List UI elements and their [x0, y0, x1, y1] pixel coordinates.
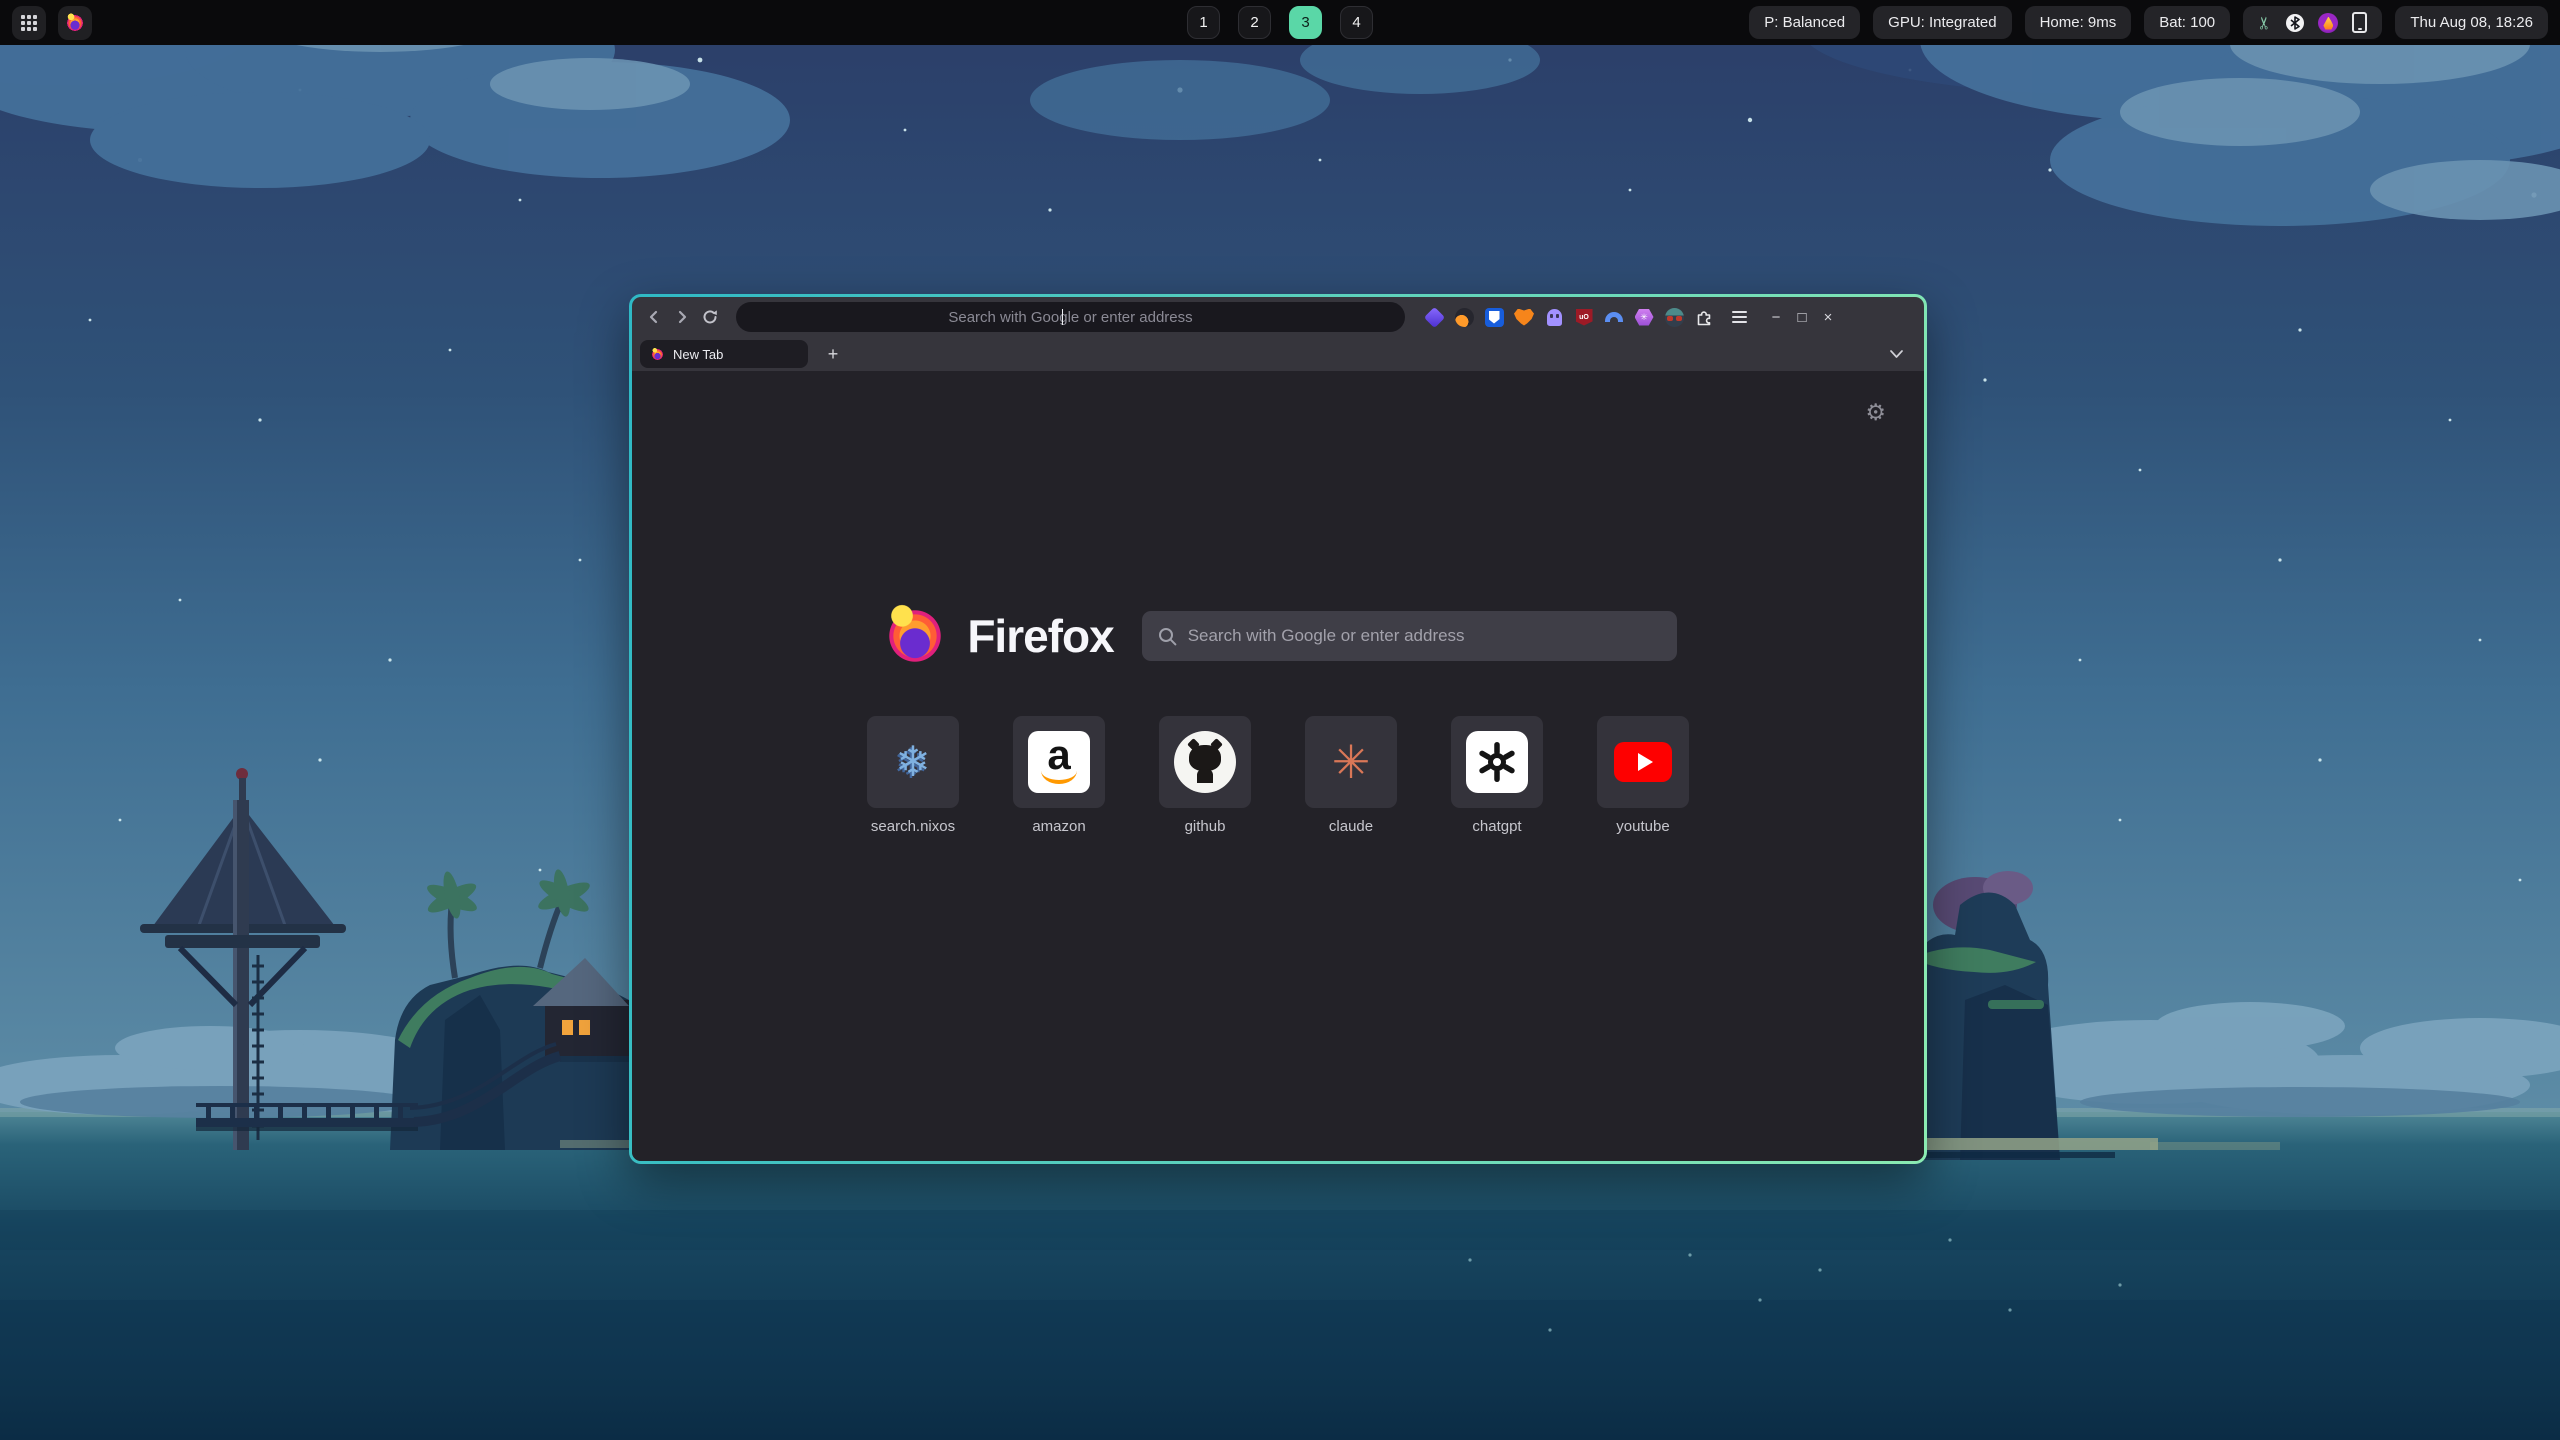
- workspace-1[interactable]: 1: [1187, 6, 1220, 39]
- youtube-play-icon: [1614, 742, 1672, 782]
- url-input[interactable]: [736, 301, 1405, 333]
- extension-ghostery-icon[interactable]: [1541, 304, 1567, 330]
- firefox-logo: [879, 600, 951, 672]
- extension-dark-moon-icon[interactable]: [1451, 304, 1477, 330]
- shortcut-github[interactable]: github: [1159, 716, 1251, 835]
- url-bar[interactable]: [736, 302, 1405, 332]
- claude-starburst-icon: ✳: [1332, 739, 1371, 785]
- flame-icon[interactable]: [2318, 13, 2338, 33]
- workspace-4[interactable]: 4: [1340, 6, 1373, 39]
- shortcut-label: youtube: [1616, 818, 1669, 835]
- github-octocat-icon: [1174, 731, 1236, 793]
- shortcut-chatgpt[interactable]: chatgpt: [1451, 716, 1543, 835]
- newtab-search-bar[interactable]: [1142, 611, 1677, 661]
- extension-metamask-icon[interactable]: [1511, 304, 1537, 330]
- new-tab-button[interactable]: +: [820, 341, 846, 367]
- firefox-window: uO ✳ − □ × New Tab +: [629, 294, 1927, 1164]
- status-bar: 1 2 3 4 P: Balanced GPU: Integrated Home…: [0, 0, 2560, 45]
- shortcut-label: search.nixos: [871, 818, 955, 835]
- shortcut-tiles: ❄ search.nixos a amazon: [867, 716, 1689, 835]
- shortcut-label: chatgpt: [1472, 818, 1521, 835]
- tab-title: New Tab: [673, 347, 723, 362]
- extensions-puzzle-button[interactable]: [1691, 304, 1717, 330]
- scissors-icon[interactable]: ✂: [2255, 15, 2275, 29]
- firefox-launcher-button[interactable]: [58, 6, 92, 40]
- shortcut-youtube[interactable]: youtube: [1597, 716, 1689, 835]
- workspace-2[interactable]: 2: [1238, 6, 1271, 39]
- back-button[interactable]: [640, 303, 668, 331]
- personalize-gear-icon[interactable]: ⚙: [1865, 401, 1886, 424]
- forward-button[interactable]: [668, 303, 696, 331]
- firefox-icon: [64, 12, 86, 34]
- reload-button[interactable]: [696, 303, 724, 331]
- workspace-switcher: 1 2 3 4: [1187, 6, 1373, 39]
- menu-button[interactable]: [1725, 303, 1753, 331]
- navigation-toolbar: uO ✳ − □ ×: [632, 297, 1924, 337]
- shortcut-claude[interactable]: ✳ claude: [1305, 716, 1397, 835]
- minimize-button[interactable]: −: [1763, 309, 1789, 326]
- text-cursor: [1062, 309, 1064, 325]
- extension-hexagon-icon[interactable]: ✳: [1631, 304, 1657, 330]
- battery-pill[interactable]: Bat: 100: [2144, 6, 2230, 39]
- shortcut-amazon[interactable]: a amazon: [1013, 716, 1105, 835]
- list-all-tabs-button[interactable]: [1882, 340, 1910, 368]
- clock-pill[interactable]: Thu Aug 08, 18:26: [2395, 6, 2548, 39]
- gpu-pill[interactable]: GPU: Integrated: [1873, 6, 2011, 39]
- newtab-search-input[interactable]: [1142, 611, 1677, 661]
- app-grid-button[interactable]: [12, 6, 46, 40]
- search-icon: [1158, 627, 1177, 646]
- new-tab-page: ⚙ Firefox ❄ search.nixos a: [632, 371, 1924, 1161]
- amazon-smile: [1041, 768, 1077, 784]
- network-latency-pill[interactable]: Home: 9ms: [2025, 6, 2132, 39]
- extension-spy-icon[interactable]: [1661, 304, 1687, 330]
- system-tray: ✂: [2243, 6, 2382, 39]
- chatgpt-knot-icon: [1466, 731, 1528, 793]
- amazon-icon: a: [1028, 731, 1090, 793]
- close-button[interactable]: ×: [1815, 309, 1841, 326]
- extension-bitwarden-icon[interactable]: [1481, 304, 1507, 330]
- bluetooth-icon[interactable]: [2286, 14, 2304, 32]
- extension-vpn-icon[interactable]: [1601, 304, 1627, 330]
- shortcut-label: amazon: [1032, 818, 1085, 835]
- shortcut-search-nixos[interactable]: ❄ search.nixos: [867, 716, 959, 835]
- phone-icon[interactable]: [2352, 12, 2367, 33]
- tab-bar: New Tab +: [632, 337, 1924, 371]
- app-grid-icon: [21, 15, 37, 31]
- shortcut-label: claude: [1329, 818, 1373, 835]
- tab-new-tab[interactable]: New Tab: [640, 340, 808, 368]
- extension-ublock-icon[interactable]: uO: [1571, 304, 1597, 330]
- tab-favicon-firefox: [650, 347, 665, 362]
- extension-purple-gem-icon[interactable]: [1421, 304, 1447, 330]
- power-profile-pill[interactable]: P: Balanced: [1749, 6, 1860, 39]
- maximize-button[interactable]: □: [1789, 309, 1815, 326]
- nixos-snowflake-icon: ❄: [895, 741, 930, 783]
- hamburger-icon: [1732, 311, 1747, 323]
- firefox-wordmark: Firefox: [967, 609, 1113, 663]
- newtab-hero: Firefox: [879, 600, 1676, 672]
- workspace-3-active[interactable]: 3: [1289, 6, 1322, 39]
- shortcut-label: github: [1185, 818, 1226, 835]
